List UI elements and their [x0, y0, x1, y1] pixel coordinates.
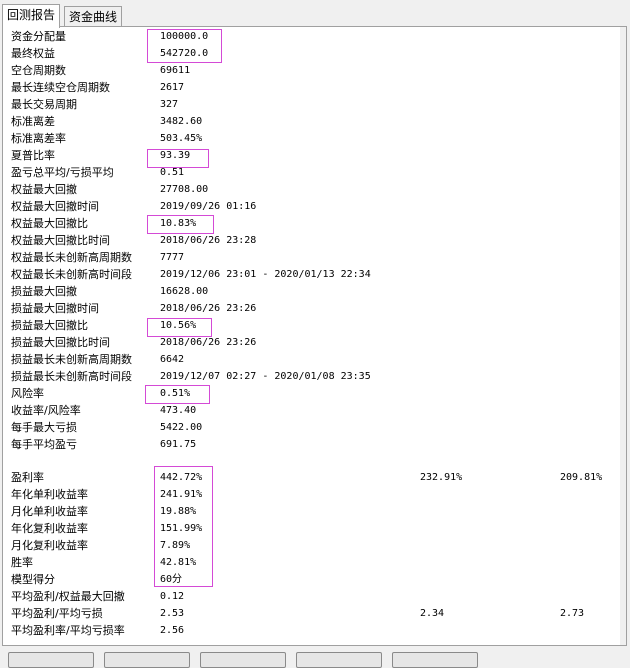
metric-value-short: 209.81% — [560, 472, 603, 483]
button-strip — [0, 648, 630, 668]
metric-value: 60分 — [160, 574, 183, 585]
metric-label: 年化复利收益率 — [11, 522, 88, 535]
metric-label: 每手平均盈亏 — [11, 438, 77, 451]
metric-value: 69611 — [160, 65, 191, 76]
bottom-button[interactable] — [392, 652, 478, 668]
bottom-button[interactable] — [296, 652, 382, 668]
metric-label: 月化单利收益率 — [11, 505, 88, 518]
metric-value: 10.83% — [160, 218, 197, 229]
metric-label: 权益最长未创新高时间段 — [11, 268, 132, 281]
metric-value: 2018/06/26 23:28 — [160, 235, 257, 246]
metric-value: 16628.00 — [160, 286, 209, 297]
metric-label: 标准离差 — [11, 115, 55, 128]
metric-value: 10.56% — [160, 320, 197, 331]
metric-label: 权益最长未创新高周期数 — [11, 251, 132, 264]
metric-value: 100000.0 — [160, 31, 209, 42]
metric-value: 2018/06/26 23:26 — [160, 303, 257, 314]
metric-value: 19.88% — [160, 506, 197, 517]
metric-value: 6642 — [160, 354, 185, 365]
metric-value: 27708.00 — [160, 184, 209, 195]
metric-label: 平均盈利率/平均亏损率 — [11, 624, 125, 637]
metric-label: 最长交易周期 — [11, 98, 77, 111]
metric-value-long: 2.34 — [420, 608, 445, 619]
metric-value: 5422.00 — [160, 422, 203, 433]
metric-value: 151.99% — [160, 523, 203, 534]
metric-value: 2.56 — [160, 625, 185, 636]
metric-label: 胜率 — [11, 556, 33, 569]
metric-value: 93.39 — [160, 150, 191, 161]
vertical-scrollbar[interactable] — [620, 27, 626, 645]
metric-label: 最长连续空仓周期数 — [11, 81, 110, 94]
metric-label: 盈利率 — [11, 471, 44, 484]
metric-value: 442.72% — [160, 472, 203, 483]
bottom-button[interactable] — [8, 652, 94, 668]
metric-value: 7.89% — [160, 540, 191, 551]
metric-value: 2019/09/26 01:16 — [160, 201, 257, 212]
metric-label: 收益率/风险率 — [11, 404, 81, 417]
metric-value: 2019/12/07 02:27 - 2020/01/08 23:35 — [160, 371, 371, 382]
metric-label: 平均盈利/平均亏损 — [11, 607, 103, 620]
metric-label: 每手最大亏损 — [11, 421, 77, 434]
bottom-button[interactable] — [104, 652, 190, 668]
metric-label: 损益最大回撤时间 — [11, 302, 99, 315]
metric-value: 2019/12/06 23:01 - 2020/01/13 22:34 — [160, 269, 371, 280]
metric-label: 权益最大回撤比 — [11, 217, 88, 230]
metric-value: 42.81% — [160, 557, 197, 568]
metric-label: 标准离差率 — [11, 132, 66, 145]
bottom-button[interactable] — [200, 652, 286, 668]
metric-label: 权益最大回撤 — [11, 183, 77, 196]
metric-label: 最终权益 — [11, 47, 55, 60]
metric-value: 691.75 — [160, 439, 197, 450]
metric-value: 2617 — [160, 82, 185, 93]
metric-value: 2018/06/26 23:26 — [160, 337, 257, 348]
tab-equity-curve[interactable]: 资金曲线 — [64, 6, 123, 27]
metric-value: 0.12 — [160, 591, 185, 602]
metric-label: 模型得分 — [11, 573, 55, 586]
metric-label: 资金分配量 — [11, 30, 66, 43]
metric-label: 损益最长未创新高时间段 — [11, 370, 132, 383]
metric-value: 0.51 — [160, 167, 185, 178]
metric-label: 损益最大回撤比时间 — [11, 336, 110, 349]
metric-label: 权益最大回撤时间 — [11, 200, 99, 213]
tab-bar: 回测报告 资金曲线 — [0, 0, 630, 28]
metric-label: 年化单利收益率 — [11, 488, 88, 501]
metric-label: 损益最大回撤 — [11, 285, 77, 298]
metric-value: 7777 — [160, 252, 185, 263]
metric-value: 473.40 — [160, 405, 197, 416]
metric-value: 0.51% — [160, 388, 191, 399]
metric-value-long: 232.91% — [420, 472, 463, 483]
metric-value-short: 2.73 — [560, 608, 585, 619]
metric-label: 夏普比率 — [11, 149, 55, 162]
metric-value: 3482.60 — [160, 116, 203, 127]
metric-value: 503.45% — [160, 133, 203, 144]
report-panel: 资金分配量 100000.0 最终权益 542720.0 空仓周期数 69611 最长连续空… — [2, 26, 627, 646]
tab-backtest-report[interactable]: 回测报告 — [2, 4, 61, 28]
metric-value: 542720.0 — [160, 48, 209, 59]
metric-value: 241.91% — [160, 489, 203, 500]
metric-label: 权益最大回撤比时间 — [11, 234, 110, 247]
metric-label: 损益最大回撤比 — [11, 319, 88, 332]
metric-label: 月化复利收益率 — [11, 539, 88, 552]
metric-label: 损益最长未创新高周期数 — [11, 353, 132, 366]
metric-value: 2.53 — [160, 608, 185, 619]
metric-label: 空仓周期数 — [11, 64, 66, 77]
metric-label: 平均盈利/权益最大回撤 — [11, 590, 125, 603]
metric-label: 风险率 — [11, 387, 44, 400]
metric-value: 327 — [160, 99, 179, 110]
metric-label: 盈亏总平均/亏损平均 — [11, 166, 114, 179]
